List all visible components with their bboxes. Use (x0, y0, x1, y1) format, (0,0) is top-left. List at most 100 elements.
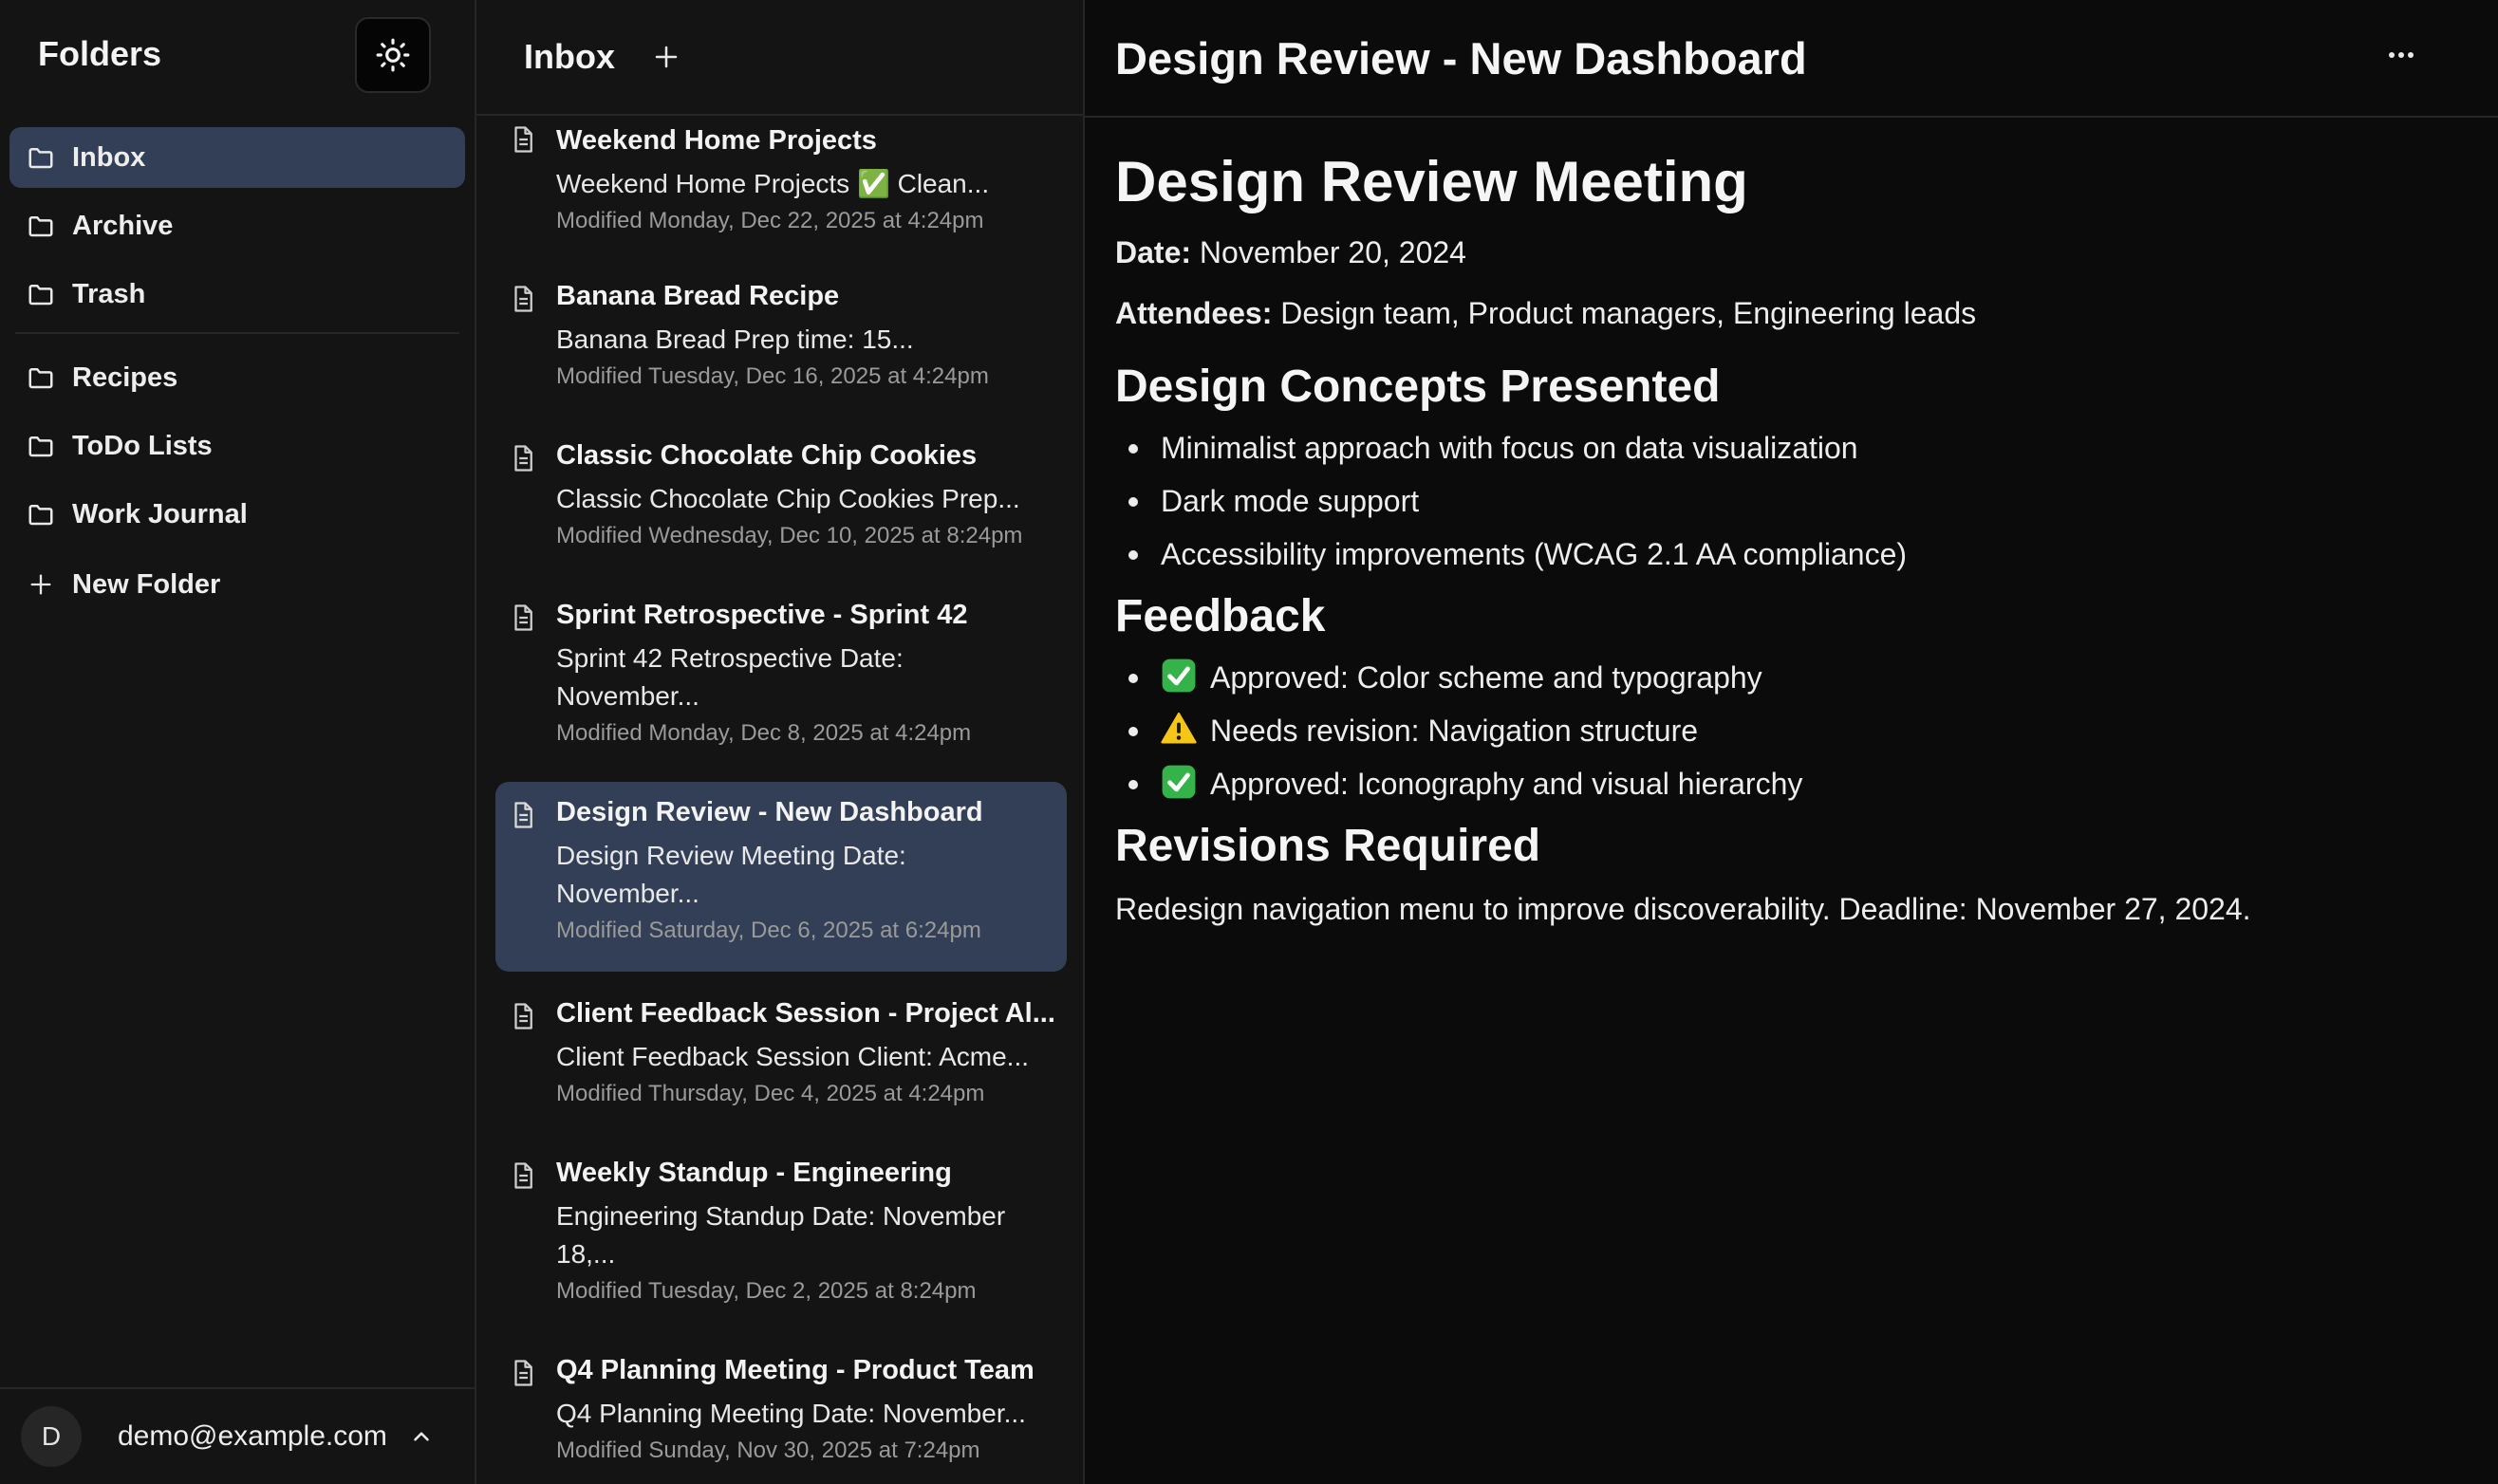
list-item[interactable]: Banana Bread Recipe Banana Bread Prep ti… (495, 277, 1067, 410)
note-preview: Q4 Planning Meeting Date: November... (556, 1399, 1026, 1428)
sidebar-item-recipes[interactable]: Recipes (9, 347, 465, 408)
list-item: Needs revision: Navigation structure (1115, 710, 2468, 751)
note-preview: Client Feedback Session Client: Acme... (556, 1042, 1030, 1071)
note-title-heading: Design Review - New Dashboard (1115, 32, 1807, 83)
document-icon (514, 802, 532, 828)
sidebar-divider (15, 332, 459, 334)
document-icon (514, 1162, 532, 1189)
note-title: Banana Bread Recipe (556, 281, 840, 311)
note-modified-date: Modified Tuesday, Dec 16, 2025 at 4:24pm (556, 363, 989, 389)
note-modified-date: Modified Monday, Dec 22, 2025 at 4:24pm (556, 208, 984, 233)
folder-icon (25, 498, 57, 530)
check-mark-icon (1161, 658, 1197, 694)
note-modified-date: Modified Saturday, Dec 6, 2025 at 6:24pm (556, 918, 981, 943)
sidebar-item-label: Archive (72, 210, 174, 241)
editor-header: Design Review - New Dashboard (1085, 0, 2498, 118)
chevron-up-icon[interactable] (402, 1418, 440, 1456)
folder-icon (25, 278, 57, 310)
sidebar-item-label: Work Journal (72, 498, 248, 529)
note-title: Client Feedback Session - Project Al... (556, 998, 1055, 1029)
date-value: November 20, 2024 (1191, 235, 1466, 269)
list-item[interactable]: Sprint Retrospective - Sprint 42 Sprint … (495, 596, 1067, 767)
note-list-pane: Inbox Weekend Home Projects Weekend Home… (476, 0, 1085, 1484)
note-modified-date: Modified Wednesday, Dec 10, 2025 at 8:24… (556, 523, 1023, 548)
warning-icon (1161, 711, 1197, 747)
more-options-button[interactable] (2380, 38, 2422, 72)
list-item[interactable]: Q4 Planning Meeting - Product Team Q4 Pl… (495, 1351, 1067, 1484)
folder-list: Inbox Archive Trash Recipes ToDo Lists W… (0, 108, 475, 615)
list-item: Dark mode support (1115, 480, 2468, 522)
note-modified-date: Modified Tuesday, Dec 2, 2025 at 8:24pm (556, 1278, 977, 1304)
feedback-text: Approved: Iconography and visual hierarc… (1210, 767, 1803, 801)
list-item[interactable]: Weekend Home Projects Weekend Home Proje… (495, 116, 1067, 247)
feedback-list: Approved: Color scheme and typography Ne… (1115, 657, 2468, 805)
list-item[interactable]: Client Feedback Session - Project Al... … (495, 994, 1067, 1127)
date-label: Date: (1115, 235, 1192, 269)
user-email: demo@example.com (118, 1420, 387, 1452)
list-item: Approved: Iconography and visual hierarc… (1115, 763, 2468, 805)
sidebar-item-inbox[interactable]: Inbox (9, 127, 465, 188)
sidebar-item-label: ToDo Lists (72, 430, 213, 461)
note-preview: Sprint 42 Retrospective Date: November..… (556, 643, 904, 711)
note-list-title: Inbox (524, 37, 615, 76)
list-item: Accessibility improvements (WCAG 2.1 AA … (1115, 533, 2468, 575)
note-editor: Design Review - New Dashboard Design Rev… (1085, 0, 2498, 1484)
new-folder-button[interactable]: New Folder (9, 554, 465, 615)
attendees-label: Attendees: (1115, 296, 1273, 330)
folder-icon (25, 141, 57, 174)
theme-toggle-button[interactable] (355, 17, 431, 93)
folder-icon (25, 362, 57, 394)
document-icon (514, 1360, 532, 1386)
attendees-line: Attendees: Design team, Product managers… (1115, 292, 2468, 334)
sidebar-header: Folders (0, 0, 475, 108)
revisions-heading: Revisions Required (1115, 821, 1541, 871)
plus-icon (655, 46, 678, 68)
list-item: Approved: Color scheme and typography (1115, 657, 2468, 698)
new-folder-label: New Folder (72, 568, 221, 600)
note-title: Classic Chocolate Chip Cookies (556, 440, 978, 471)
note-title: Weekly Standup - Engineering (556, 1158, 952, 1188)
sidebar-item-label: Recipes (72, 362, 178, 393)
note-preview: Weekend Home Projects ✅ Clean... (556, 169, 990, 198)
check-mark-icon (1161, 764, 1197, 800)
feedback-text: Approved: Color scheme and typography (1210, 660, 1762, 695)
feedback-heading: Feedback (1115, 591, 1326, 641)
note-modified-date: Modified Sunday, Nov 30, 2025 at 7:24pm (556, 1438, 980, 1463)
note-preview: Banana Bread Prep time: 15... (556, 325, 914, 354)
sidebar-item-archive[interactable]: Archive (9, 195, 465, 256)
add-note-button[interactable] (647, 38, 685, 76)
ellipsis-icon (2389, 52, 2414, 58)
attendees-value: Design team, Product managers, Engineeri… (1272, 296, 1977, 330)
document-icon (514, 604, 532, 631)
list-item[interactable]: Weekly Standup - Engineering Engineering… (495, 1154, 1067, 1325)
note-modified-date: Modified Thursday, Dec 4, 2025 at 4:24pm (556, 1081, 985, 1106)
note-list-header: Inbox (476, 0, 1083, 116)
user-menu[interactable]: D demo@example.com (0, 1387, 475, 1484)
date-line: Date: November 20, 2024 (1115, 232, 2468, 273)
list-item: Minimalist approach with focus on data v… (1115, 427, 2468, 469)
feedback-text: Needs revision: Navigation structure (1210, 714, 1699, 748)
document-icon (514, 445, 532, 472)
notes-app: Folders Inbox Archive Trash Recipes ToDo… (0, 0, 2498, 1484)
folder-icon (25, 430, 57, 462)
document-icon (514, 1003, 532, 1030)
folders-sidebar: Folders Inbox Archive Trash Recipes ToDo… (0, 0, 476, 1484)
sun-icon (376, 38, 410, 72)
note-preview: Design Review Meeting Date: November... (556, 841, 906, 908)
list-item[interactable]: Design Review - New Dashboard Design Rev… (495, 782, 1067, 972)
document-icon (514, 286, 532, 312)
list-item[interactable]: Classic Chocolate Chip Cookies Classic C… (495, 436, 1067, 569)
sidebar-item-trash[interactable]: Trash (9, 264, 465, 325)
sidebar-item-todo-lists[interactable]: ToDo Lists (9, 416, 465, 476)
note-modified-date: Modified Monday, Dec 8, 2025 at 4:24pm (556, 720, 972, 746)
note-body[interactable]: Design Review Meeting Date: November 20,… (1085, 118, 2498, 956)
note-preview: Engineering Standup Date: November 18,..… (556, 1201, 1006, 1269)
sidebar-item-work-journal[interactable]: Work Journal (9, 484, 465, 545)
note-heading: Design Review Meeting (1115, 150, 1748, 213)
plus-icon (25, 568, 57, 601)
sidebar-item-label: Trash (72, 278, 146, 309)
document-icon (514, 126, 532, 153)
note-preview: Classic Chocolate Chip Cookies Prep... (556, 484, 1020, 513)
note-title: Design Review - New Dashboard (556, 797, 983, 827)
revisions-text: Redesign navigation menu to improve disc… (1115, 892, 2251, 926)
